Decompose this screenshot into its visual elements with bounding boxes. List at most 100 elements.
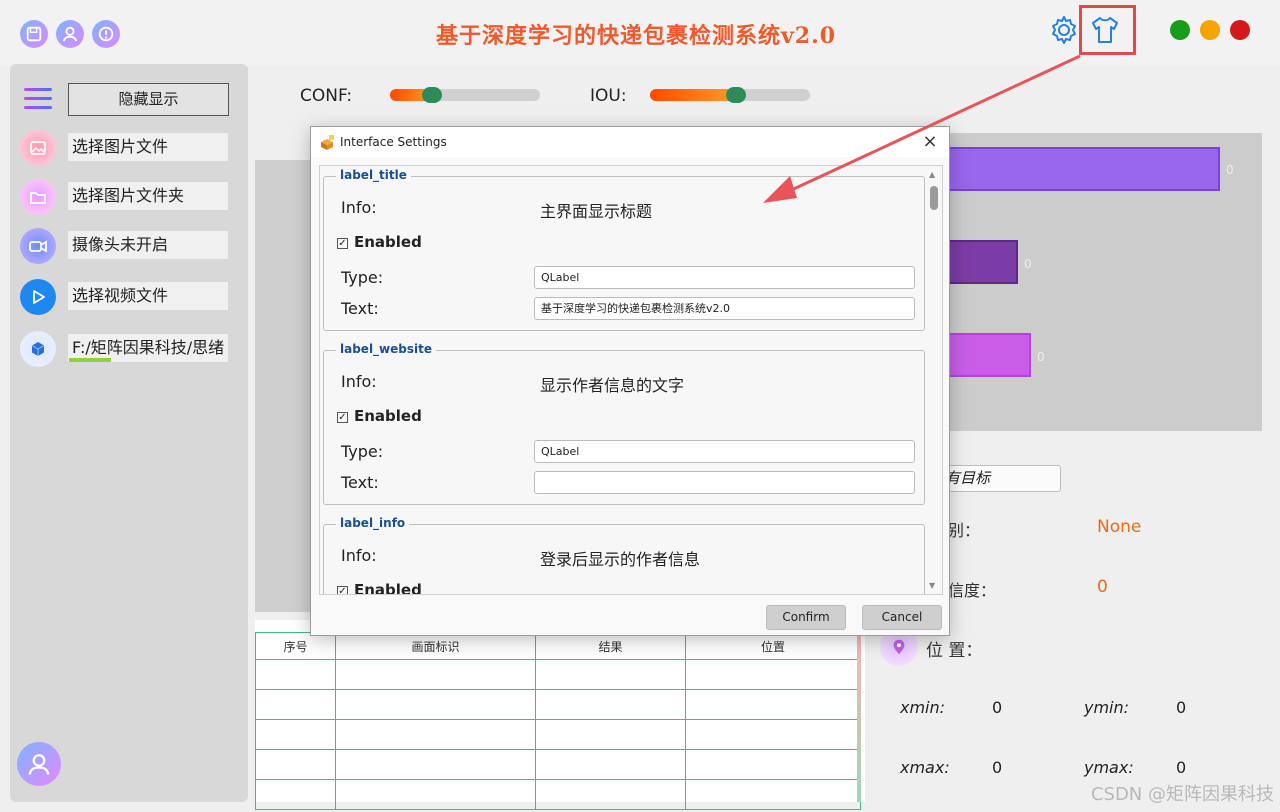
info-label: Info: — [341, 198, 377, 217]
location-label: 位 置： — [926, 641, 983, 661]
chart-bar-1 — [930, 147, 1220, 191]
group-label-title: label_title Info: 主界面显示标题 ✓ Enabled Type:… — [323, 168, 925, 331]
sidebar-item-select-video[interactable]: 选择视频文件 — [20, 279, 230, 315]
checkbox-icon[interactable]: ✓ — [337, 586, 348, 594]
iou-slider[interactable] — [650, 87, 810, 103]
sidebar-item-select-folder[interactable]: 选择图片文件夹 — [20, 179, 230, 215]
info-label: Info: — [341, 372, 377, 391]
gear-icon[interactable] — [1048, 14, 1080, 46]
model-load-progress — [69, 358, 111, 362]
sidebar-item-label: 选择视频文件 — [68, 282, 228, 310]
sidebar-item-label: 选择图片文件夹 — [68, 182, 228, 210]
camera-icon — [20, 228, 56, 264]
window-dot-orange[interactable] — [1200, 20, 1220, 40]
sidebar-item-camera[interactable]: 摄像头未开启 — [20, 228, 230, 264]
table-row[interactable] — [255, 689, 861, 720]
user-icon — [28, 754, 50, 775]
window-dot-green[interactable] — [1170, 20, 1190, 40]
avatar[interactable] — [17, 742, 61, 786]
table-row[interactable] — [255, 719, 861, 750]
info-value: 主界面显示标题 — [540, 202, 653, 221]
cancel-button[interactable]: Cancel — [862, 605, 942, 630]
table-row[interactable] — [255, 659, 861, 690]
type-field[interactable]: QLabel — [534, 440, 915, 463]
table-header[interactable]: 结果 — [535, 632, 686, 660]
group-title: label_title — [336, 168, 411, 182]
title-bar: 基于深度学习的快递包裹检测系统v2.0 — [0, 0, 1280, 66]
image-icon — [20, 130, 56, 166]
xmin-label: xmin: — [900, 698, 946, 717]
table-row[interactable] — [255, 779, 861, 810]
enabled-checkbox[interactable]: ✓ Enabled — [337, 407, 422, 425]
vertical-scrollbar[interactable]: ▲ ▼ — [927, 170, 939, 590]
scroll-up-icon[interactable]: ▲ — [929, 170, 935, 179]
info-icon[interactable] — [92, 20, 120, 48]
table-header[interactable]: 画面标识 — [335, 632, 536, 660]
info-label: Info: — [341, 546, 377, 565]
conf-slider-handle[interactable] — [422, 87, 442, 103]
enabled-checkbox[interactable]: ✓ Enabled — [337, 581, 422, 594]
sidebar-item-label: 选择图片文件 — [68, 133, 228, 161]
dialog-title: Interface Settings — [340, 135, 447, 149]
group-title: label_website — [336, 342, 436, 356]
type-label: Type: — [341, 442, 384, 461]
iou-label: IOU: — [590, 86, 627, 106]
sidebar-item-model[interactable]: F:/矩阵因果科技/思绪 — [20, 331, 230, 367]
settings-scroll-area[interactable]: label_title Info: 主界面显示标题 ✓ Enabled Type:… — [319, 165, 943, 595]
enabled-checkbox[interactable]: ✓ Enabled — [337, 233, 422, 251]
dialog-title-bar: Interface Settings × — [311, 127, 949, 157]
checkbox-icon[interactable]: ✓ — [337, 412, 348, 423]
text-field[interactable] — [534, 471, 915, 494]
ymin-label: ymin: — [1084, 698, 1130, 717]
group-title: label_info — [336, 516, 410, 530]
xmax-label: xmax: — [900, 758, 950, 777]
sidebar — [10, 64, 248, 802]
sidebar-item-label: 摄像头未开启 — [68, 231, 228, 259]
confidence-label: 信度： — [948, 581, 997, 600]
text-field[interactable]: 基于深度学习的快递包裹检测系统v2.0 — [534, 297, 915, 320]
watermark: CSDN @矩阵因果科技 — [1090, 784, 1274, 805]
table-header[interactable]: 位置 — [685, 632, 861, 660]
class-value: None — [1097, 517, 1142, 537]
class-label: 别： — [948, 521, 981, 540]
xmax-value: 0 — [992, 758, 1003, 777]
type-field[interactable]: QLabel — [534, 266, 915, 289]
checkbox-icon[interactable]: ✓ — [337, 238, 348, 249]
play-icon — [20, 279, 56, 315]
results-table: 序号 画面标识 结果 位置 — [255, 620, 865, 810]
package-icon — [321, 135, 334, 150]
class-count-chart: 0 0 0 — [930, 133, 1262, 431]
text-label: Text: — [341, 473, 379, 492]
ymin-value: 0 — [1176, 698, 1187, 717]
menu-icon[interactable] — [24, 88, 52, 110]
conf-slider[interactable] — [390, 87, 540, 103]
interface-settings-dialog: Interface Settings × label_title Info: 主… — [310, 126, 950, 636]
group-label-website: label_website Info: 显示作者信息的文字 ✓ Enabled T… — [323, 342, 925, 505]
sidebar-item-select-image[interactable]: 选择图片文件 — [20, 130, 230, 166]
type-label: Type: — [341, 268, 384, 287]
confirm-button[interactable]: Confirm — [766, 605, 846, 630]
scrollbar-thumb[interactable] — [930, 186, 938, 210]
iou-slider-handle[interactable] — [726, 87, 747, 103]
confidence-value: 0 — [1097, 577, 1108, 597]
toggle-display-button[interactable]: 隐藏显示 — [68, 83, 229, 116]
model-icon — [20, 331, 56, 367]
table-scrollbar[interactable] — [857, 632, 861, 802]
app-title: 基于深度学习的快递包裹检测系统v2.0 — [436, 23, 837, 49]
ymax-value: 0 — [1176, 758, 1187, 777]
group-label-info: label_info Info: 登录后显示的作者信息 ✓ Enabled — [323, 516, 925, 594]
table-row[interactable] — [255, 749, 861, 780]
table-header[interactable]: 序号 — [255, 632, 336, 660]
scroll-down-icon[interactable]: ▼ — [929, 581, 935, 590]
tshirt-icon[interactable] — [1089, 14, 1121, 46]
window-dot-red[interactable] — [1230, 20, 1250, 40]
folder-icon — [20, 179, 56, 215]
iou-slider-fill — [650, 89, 737, 101]
save-icon[interactable] — [20, 20, 48, 48]
user-icon[interactable] — [56, 20, 84, 48]
text-label: Text: — [341, 299, 379, 318]
conf-label: CONF: — [300, 86, 353, 106]
ymax-label: ymax: — [1084, 758, 1134, 777]
info-value: 登录后显示的作者信息 — [540, 550, 701, 569]
close-icon[interactable]: × — [919, 131, 941, 153]
